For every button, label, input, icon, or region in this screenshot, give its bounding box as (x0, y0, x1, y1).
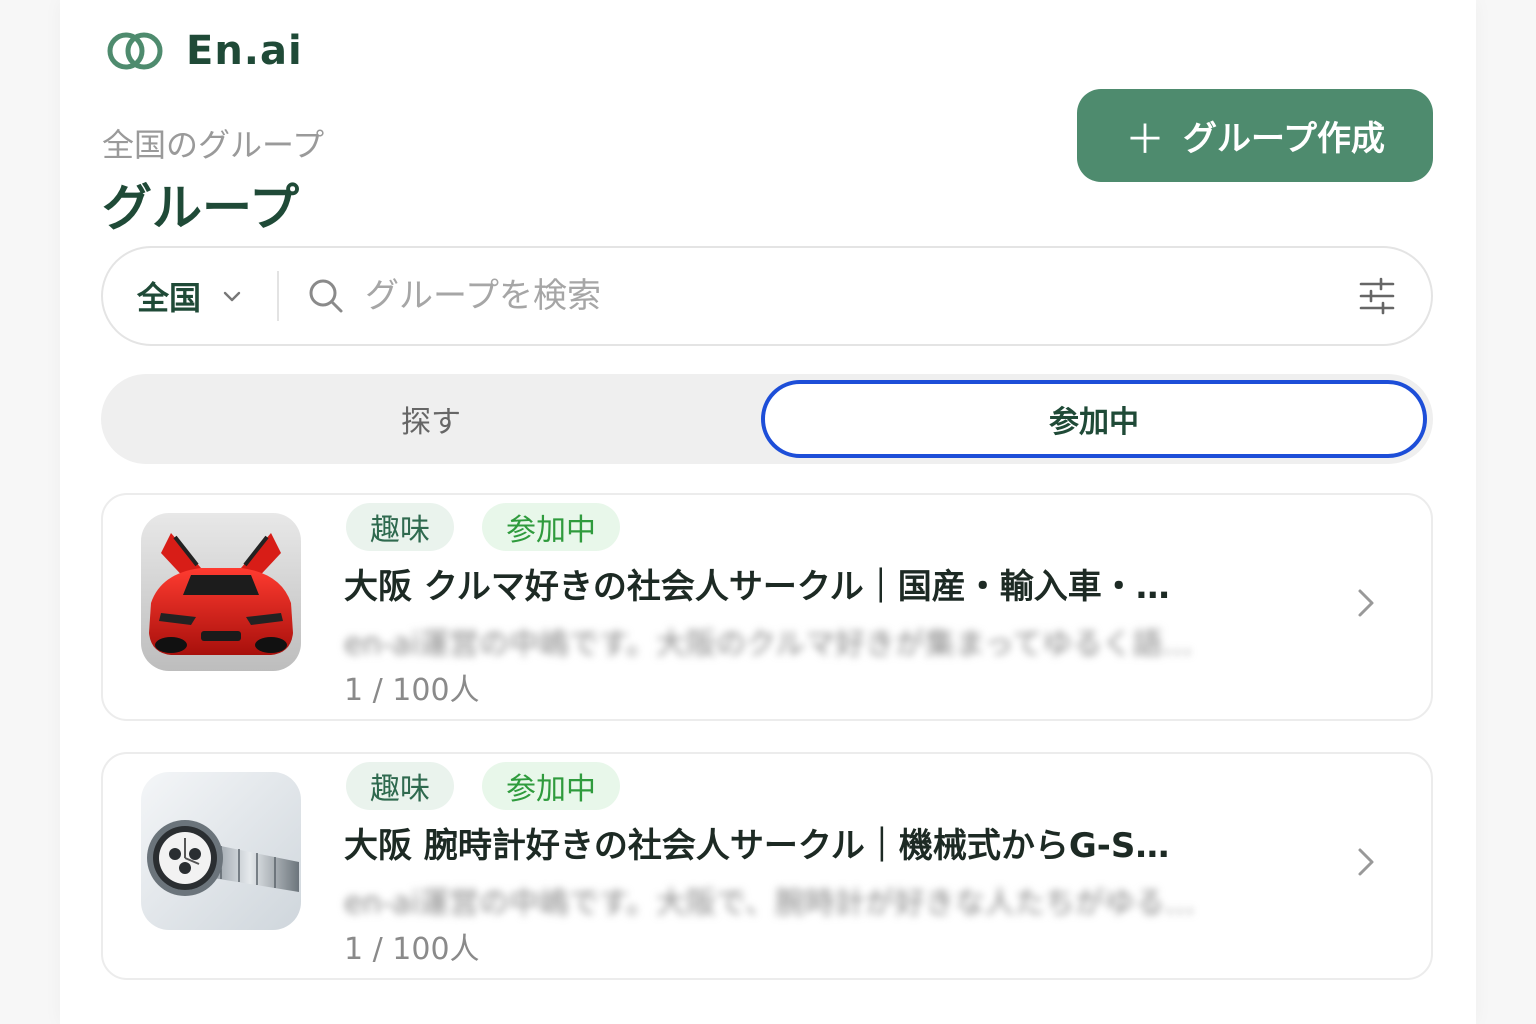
plus-icon: ＋ (1125, 116, 1166, 163)
tag-list: 趣味 参加中 (346, 503, 648, 551)
red-sports-car-icon (141, 513, 301, 671)
search-icon (309, 279, 343, 313)
page: En.ai 全国のグループ グループ ＋ グループ作成 全国 グループを検索 探… (60, 0, 1476, 1024)
group-card[interactable]: 趣味 参加中 大阪 腕時計好きの社会人サークル｜機械式からG-S… en-ai運… (101, 752, 1433, 980)
wristwatch-icon (141, 772, 301, 930)
create-group-button[interactable]: ＋ グループ作成 (1077, 89, 1433, 182)
search-input[interactable] (365, 276, 1357, 316)
filter-sliders-icon[interactable] (1357, 276, 1397, 316)
tab-switcher: 探す 参加中 (101, 374, 1433, 464)
page-title: グループ (102, 179, 299, 237)
logo[interactable]: En.ai (104, 28, 303, 74)
region-select[interactable]: 全国 (103, 273, 277, 319)
tag-list: 趣味 参加中 (346, 762, 648, 810)
logo-text: En.ai (186, 28, 303, 74)
category-tag: 趣味 (346, 503, 454, 551)
group-title: 大阪 腕時計好きの社会人サークル｜機械式からG-S… (344, 826, 1170, 866)
group-card[interactable]: 趣味 参加中 大阪 クルマ好きの社会人サークル｜国産・輸入車・… en-ai運営… (101, 493, 1433, 721)
group-description: en-ai運営の中嶋です。大阪のクルマ好きが集まってゆるく語… (344, 627, 1193, 662)
chevron-right-icon (1358, 848, 1374, 876)
group-description: en-ai運営の中嶋です。大阪で、腕時計が好きな人たちがゆる… (344, 886, 1195, 921)
breadcrumb: 全国のグループ (102, 126, 325, 164)
search-divider (277, 271, 279, 321)
tab-explore[interactable]: 探す (101, 374, 761, 464)
member-count: 1 / 100人 (344, 673, 480, 708)
chevron-right-icon (1358, 589, 1374, 617)
create-group-label: グループ作成 (1183, 119, 1385, 159)
tab-joined[interactable]: 参加中 (761, 380, 1427, 458)
member-count: 1 / 100人 (344, 932, 480, 967)
region-label: 全国 (137, 279, 202, 317)
joined-status-tag: 参加中 (482, 762, 620, 810)
group-title: 大阪 クルマ好きの社会人サークル｜国産・輸入車・… (344, 567, 1170, 607)
search-bar: 全国 (101, 246, 1433, 346)
category-tag: 趣味 (346, 762, 454, 810)
logo-rings-icon (107, 32, 163, 70)
group-thumbnail-watch (141, 772, 301, 930)
chevron-down-icon (223, 291, 241, 302)
group-thumbnail-car (141, 513, 301, 671)
joined-status-tag: 参加中 (482, 503, 620, 551)
